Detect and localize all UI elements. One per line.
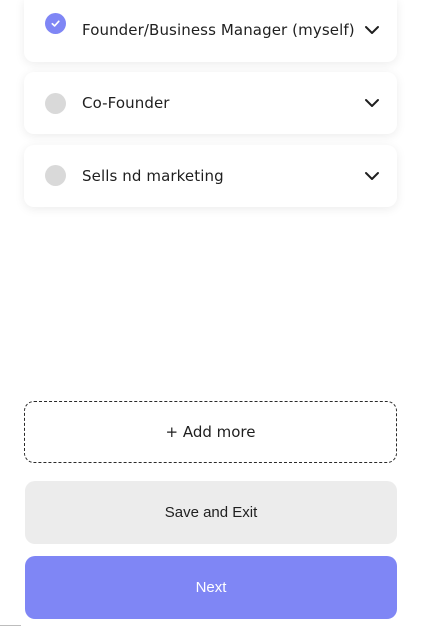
role-card-sales-marketing[interactable]: Sells nd marketing (24, 145, 397, 207)
chevron-down-icon[interactable] (363, 167, 381, 185)
chevron-down-icon[interactable] (363, 94, 381, 112)
role-label: Founder/Business Manager (myself) (82, 21, 355, 39)
role-selection-page: Founder/Business Manager (myself) Co-Fou… (0, 0, 421, 626)
role-checkbox[interactable] (45, 165, 66, 186)
role-label: Sells nd marketing (82, 167, 224, 185)
check-icon (51, 20, 60, 27)
role-checkbox[interactable] (45, 93, 66, 114)
save-and-exit-button[interactable]: Save and Exit (25, 481, 397, 544)
role-card-cofounder[interactable]: Co-Founder (24, 72, 397, 134)
next-button[interactable]: Next (25, 556, 397, 619)
role-label: Co-Founder (82, 94, 170, 112)
role-card-founder[interactable]: Founder/Business Manager (myself) (24, 0, 397, 62)
role-checkbox-checked[interactable] (45, 13, 66, 34)
add-more-button[interactable]: + Add more (24, 401, 397, 463)
chevron-down-icon[interactable] (363, 21, 381, 39)
